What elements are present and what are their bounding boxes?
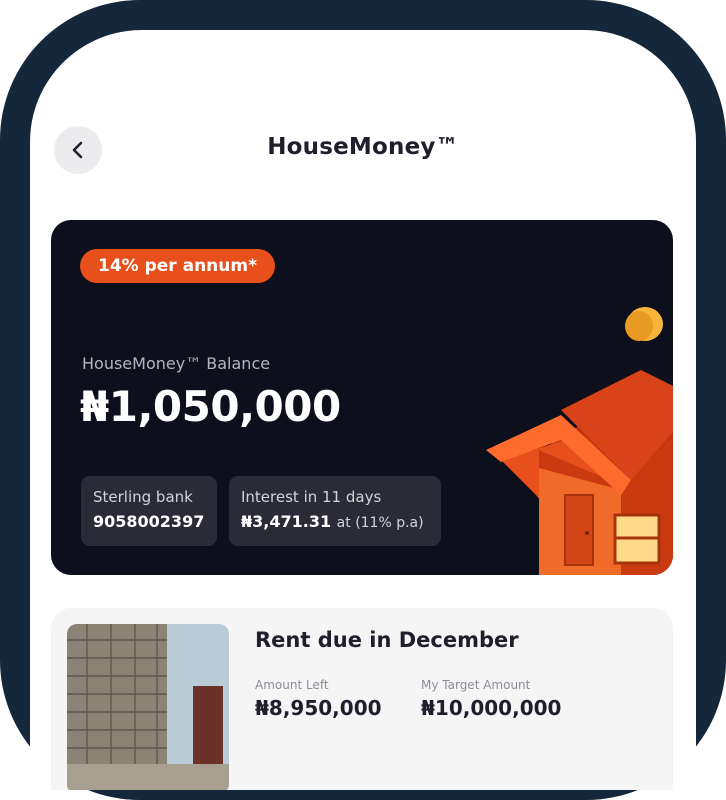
house-illustration (486, 307, 673, 575)
rent-due-title: Rent due in December (255, 628, 519, 652)
rent-due-card[interactable]: Rent due in December Amount Left ₦8,950,… (51, 608, 673, 790)
app-screen: HouseMoney™ 14% per annum* HouseMoney™ B… (30, 30, 696, 790)
balance-amount: ₦1,050,000 (80, 382, 341, 431)
page-title: HouseMoney™ (267, 134, 459, 160)
target-amount-label: My Target Amount (421, 678, 531, 692)
interest-box: Interest in 11 days ₦3,471.31 at (11% p.… (229, 476, 441, 546)
amount-left-label: Amount Left (255, 678, 329, 692)
interest-label: Interest in 11 days (241, 488, 382, 506)
building-photo (67, 624, 229, 790)
amount-left-value: ₦8,950,000 (255, 696, 382, 720)
balance-label: HouseMoney™ Balance (82, 354, 271, 373)
amount-left-stat: Amount Left ₦8,950,000 (255, 678, 382, 720)
account-number: 9058002397 (93, 512, 205, 531)
bank-name: Sterling bank (93, 488, 193, 506)
interest-rate-badge: 14% per annum* (80, 249, 275, 283)
interest-amount: ₦3,471.31 (241, 512, 332, 531)
target-amount-value: ₦10,000,000 (421, 696, 562, 720)
balance-card[interactable]: 14% per annum* HouseMoney™ Balance ₦1,05… (51, 220, 673, 575)
target-amount-stat: My Target Amount ₦10,000,000 (421, 678, 561, 720)
interest-rate-note: at (11% p.a) (336, 515, 424, 531)
bank-account-box[interactable]: Sterling bank 9058002397 (81, 476, 217, 546)
